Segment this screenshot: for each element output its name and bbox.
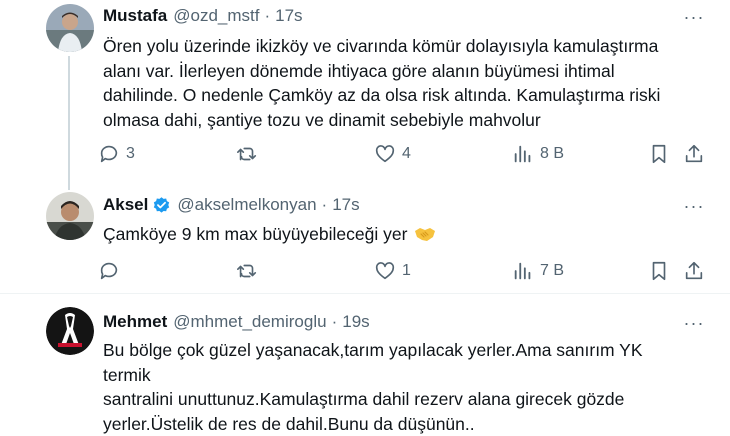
tweet-text-line: dahilinde. O nedenle Çamköy az da olsa r… — [103, 83, 683, 108]
tweet-text-line: yerler.Üstelik de res de dahil.Bunu da d… — [103, 412, 683, 436]
tweet-mehmet[interactable]: Mehmet @mhmet_demiroglu · 19s ··· Bu böl… — [0, 294, 730, 420]
retweet-button[interactable] — [236, 141, 264, 167]
author-name[interactable]: Mehmet — [103, 312, 167, 332]
views-button[interactable]: 7 B — [512, 258, 564, 284]
views-icon — [512, 260, 534, 282]
more-icon[interactable]: ··· — [682, 10, 706, 30]
tweet-text-line: santralini unuttunuz.Kamulaştırma dahil … — [103, 387, 683, 412]
tweet-text-line: olmasa dahi, şantiye tozu ve dinamit seb… — [103, 108, 683, 133]
tweet-text: Ören yolu üzerinde ikizköy ve civarında … — [103, 34, 683, 132]
share-button[interactable] — [683, 258, 705, 284]
like-icon — [374, 260, 396, 282]
action-bar: 1 7 B — [98, 258, 708, 284]
share-icon — [683, 260, 705, 282]
avatar[interactable] — [46, 307, 94, 355]
retweet-icon — [236, 260, 258, 282]
reply-count: 3 — [126, 145, 135, 163]
reply-button[interactable] — [98, 258, 126, 284]
share-icon — [683, 143, 705, 165]
like-count: 4 — [402, 145, 411, 163]
author-handle[interactable]: @ozd_mstf — [173, 6, 259, 26]
author-name[interactable]: Aksel — [103, 195, 148, 215]
action-bar: 3 4 8 B — [98, 141, 708, 167]
views-icon — [512, 143, 534, 165]
retweet-icon — [236, 143, 258, 165]
tweet-text-line: alanı var. İlerleyen dönemde ihtiyaca gö… — [103, 59, 683, 84]
more-icon[interactable]: ··· — [682, 316, 706, 336]
views-button[interactable]: 8 B — [512, 141, 564, 167]
separator-dot: · — [332, 312, 338, 332]
separator-dot: · — [322, 195, 328, 215]
thread-line — [68, 182, 70, 190]
tweet-header: Mehmet @mhmet_demiroglu · 19s — [103, 311, 370, 333]
retweet-button[interactable] — [236, 258, 264, 284]
tweet-text: Çamköye 9 km max büyüyebileceği yer — [103, 222, 683, 247]
like-count: 1 — [402, 262, 411, 280]
avatar[interactable] — [46, 4, 94, 52]
more-icon[interactable]: ··· — [682, 199, 706, 219]
tweet-text-line: Ören yolu üzerinde ikizköy ve civarında … — [103, 34, 683, 59]
tweet-text-line: Bu bölge çok güzel yaşanacak,tarım yapıl… — [103, 338, 683, 387]
bookmark-icon — [648, 260, 670, 282]
tweet-aksel[interactable]: Aksel @akselmelkonyan · 17s ··· Çamköye … — [0, 182, 730, 292]
like-icon — [374, 143, 396, 165]
timestamp[interactable]: 17s — [275, 6, 302, 26]
separator-dot: · — [264, 6, 270, 26]
bookmark-button[interactable] — [648, 258, 670, 284]
views-count: 7 B — [540, 262, 564, 280]
author-name[interactable]: Mustafa — [103, 6, 167, 26]
thread-line — [68, 56, 70, 182]
verified-badge-icon — [152, 196, 171, 215]
reply-icon — [98, 143, 120, 165]
bookmark-button[interactable] — [648, 141, 670, 167]
reply-icon — [98, 260, 120, 282]
avatar[interactable] — [46, 192, 94, 240]
author-handle[interactable]: @akselmelkonyan — [177, 195, 316, 215]
tweet-text-line: Çamköye 9 km max büyüyebileceği yer — [103, 224, 407, 244]
share-button[interactable] — [683, 141, 705, 167]
reply-button[interactable]: 3 — [98, 141, 135, 167]
handshake-emoji-icon — [414, 226, 436, 242]
bookmark-icon — [648, 143, 670, 165]
timestamp[interactable]: 17s — [332, 195, 359, 215]
timestamp[interactable]: 19s — [342, 312, 369, 332]
tweet-text: Bu bölge çok güzel yaşanacak,tarım yapıl… — [103, 338, 683, 436]
like-button[interactable]: 4 — [374, 141, 411, 167]
tweet-header: Mustafa @ozd_mstf · 17s — [103, 5, 303, 27]
tweet-mustafa[interactable]: Mustafa @ozd_mstf · 17s ··· Ören yolu üz… — [0, 0, 730, 182]
like-button[interactable]: 1 — [374, 258, 411, 284]
author-handle[interactable]: @mhmet_demiroglu — [173, 312, 326, 332]
views-count: 8 B — [540, 145, 564, 163]
tweet-header: Aksel @akselmelkonyan · 17s — [103, 194, 360, 216]
